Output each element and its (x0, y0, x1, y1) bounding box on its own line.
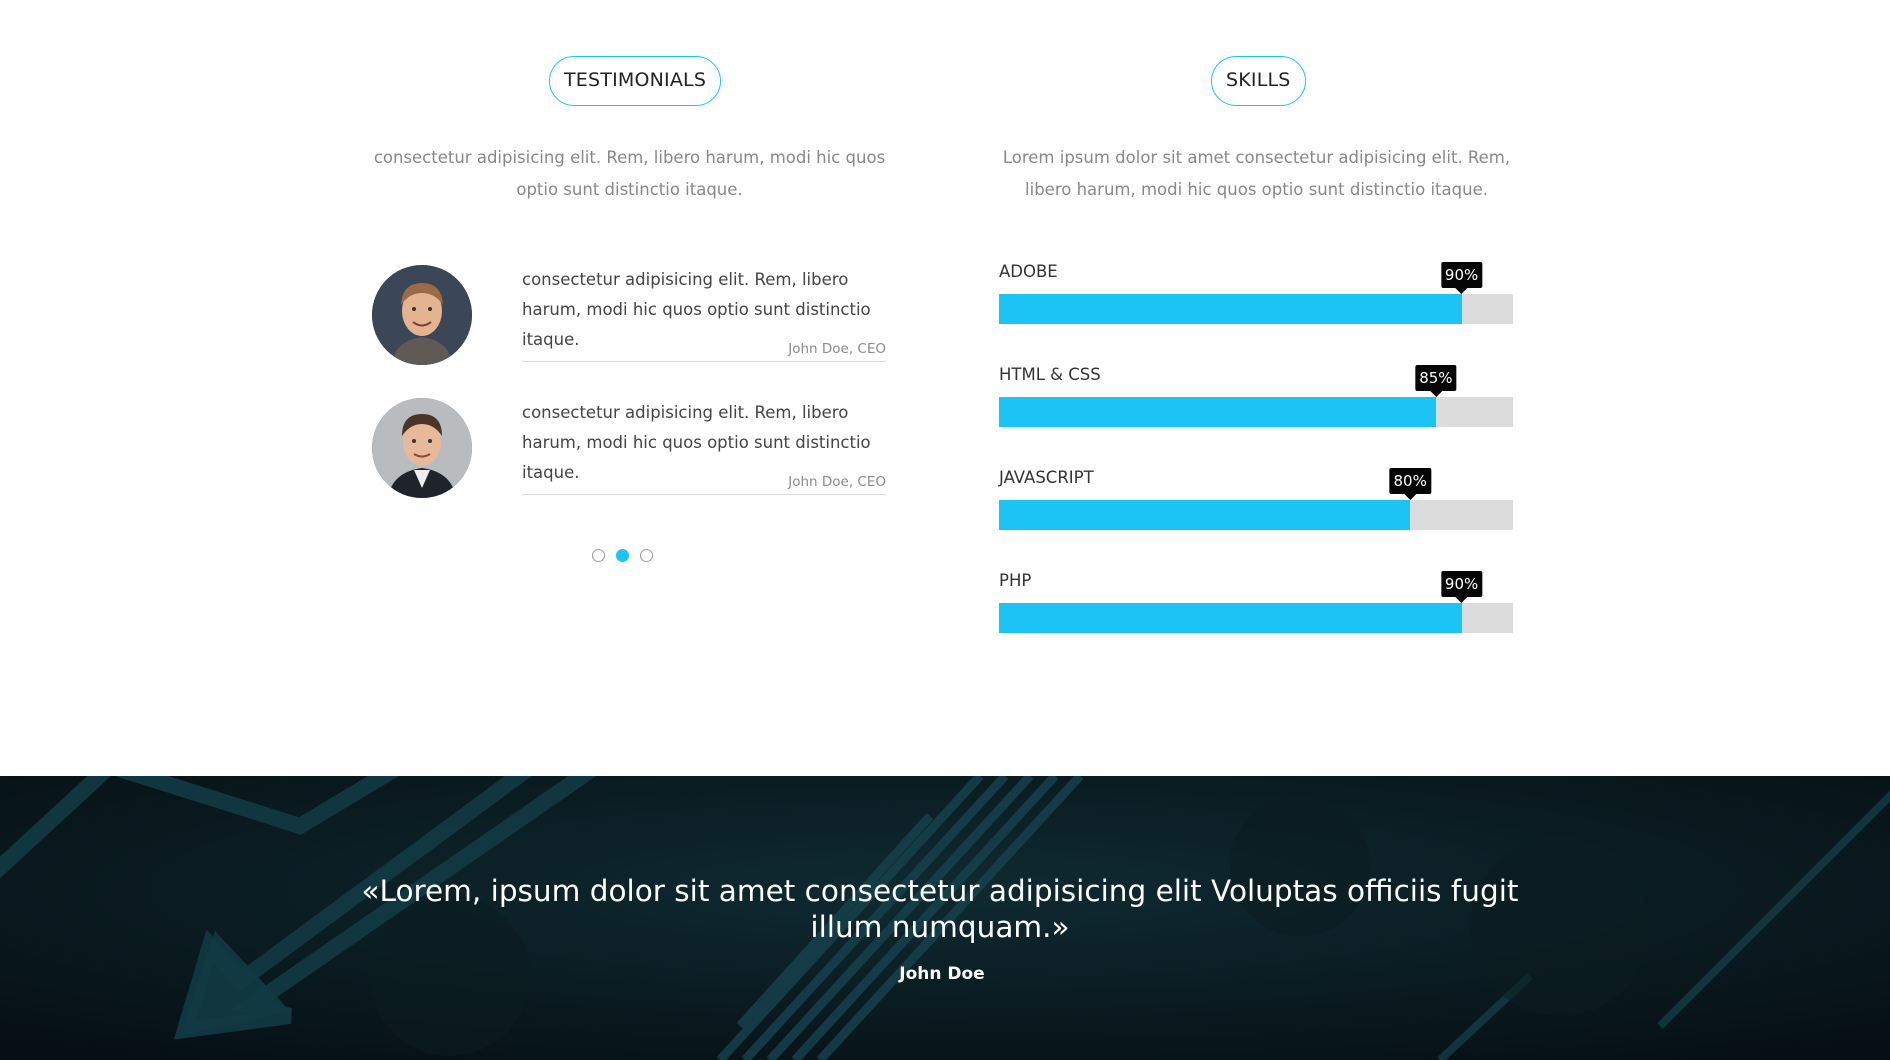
testimonial-item: consectetur adipisicing elit. Rem, liber… (372, 265, 887, 375)
avatar (372, 265, 472, 365)
pagination-dot-2[interactable] (616, 549, 629, 562)
avatar (372, 398, 472, 498)
percent-tooltip: 90% (1440, 262, 1483, 288)
progress-track (999, 500, 1513, 530)
progress-track (999, 397, 1513, 427)
banner-quote: «Lorem, ipsum dolor sit amet consectetur… (361, 874, 1519, 944)
progress-fill (999, 294, 1462, 324)
percent-tooltip: 85% (1415, 365, 1457, 391)
testimonials-heading: TESTIMONIALS (549, 56, 722, 106)
progress-fill (999, 397, 1436, 427)
skill-bar-adobe: ADOBE 90% (999, 262, 1514, 342)
testimonial-item: consectetur adipisicing elit. Rem, liber… (372, 398, 887, 508)
progress-fill (999, 500, 1411, 530)
skill-name: JAVASCRIPT (999, 468, 1094, 487)
content-section: TESTIMONIALS consectetur adipisicing eli… (0, 0, 1890, 776)
quote-banner: «Lorem, ipsum dolor sit amet consectetur… (0, 776, 1890, 1060)
banner-author: John Doe (899, 964, 985, 984)
carousel-pagination (592, 549, 672, 565)
skill-name: HTML & CSS (999, 365, 1101, 384)
testimonial-author: John Doe, CEO (522, 341, 886, 362)
skill-bar-javascript: JAVASCRIPT 80% (999, 468, 1514, 548)
percent-tooltip: 90% (1440, 571, 1483, 597)
skill-bar-php: PHP 90% (999, 571, 1514, 651)
progress-fill (999, 603, 1462, 633)
skills-heading: SKILLS (1211, 56, 1306, 106)
testimonial-author: John Doe, CEO (522, 474, 886, 495)
pagination-dot-1[interactable] (592, 549, 605, 562)
pagination-dot-3[interactable] (640, 549, 653, 562)
skills-intro: Lorem ipsum dolor sit amet consectetur a… (1002, 148, 1511, 199)
progress-track (999, 603, 1513, 633)
percent-tooltip: 80% (1389, 468, 1431, 494)
testimonials-intro: consectetur adipisicing elit. Rem, liber… (373, 148, 886, 199)
skill-name: PHP (999, 571, 1032, 590)
skill-name: ADOBE (999, 262, 1058, 281)
progress-track (999, 294, 1513, 324)
skill-bar-html-css: HTML & CSS 85% (999, 365, 1514, 445)
